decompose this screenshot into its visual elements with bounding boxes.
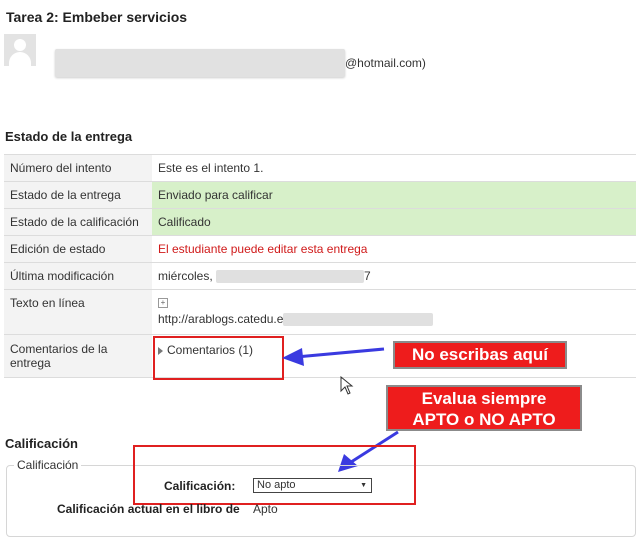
last-modified-cell: miércoles, 7 xyxy=(152,262,636,290)
evaluate-annotation: Evalua siempre APTO o NO APTO xyxy=(386,385,582,431)
last-modified-label: Última modificación xyxy=(4,262,152,290)
grade-highlight-box xyxy=(133,445,416,505)
expand-icon[interactable]: + xyxy=(158,294,630,308)
dropdown-arrow-icon: ▼ xyxy=(360,482,367,489)
edit-status-label: Edición de estado xyxy=(4,235,152,263)
no-write-here-annotation: No escribas aquí xyxy=(393,341,567,369)
table-row: Texto en línea + http://arablogs.catedu.… xyxy=(4,289,636,335)
user-email-suffix: @hotmail.com) xyxy=(345,56,426,70)
online-text-url[interactable]: http://arablogs.catedu.e xyxy=(158,312,283,326)
table-row: Edición de estado El estudiante puede ed… xyxy=(4,235,636,263)
online-text-url-redacted xyxy=(283,313,434,327)
last-modified-suffix: 7 xyxy=(364,268,371,283)
gradebook-grade-value: Apto xyxy=(253,502,278,516)
avatar[interactable] xyxy=(4,34,36,66)
last-modified-value: miércoles, xyxy=(158,268,213,283)
grade-select-value: No apto xyxy=(257,479,296,491)
grading-heading: Calificación xyxy=(5,436,78,451)
page-title: Tarea 2: Embeber servicios xyxy=(6,9,188,25)
table-row: Última modificación miércoles, 7 xyxy=(4,262,636,290)
evaluate-annotation-line2: APTO o NO APTO xyxy=(412,410,556,429)
gradebook-grade-label: Calificación actual en el libro de xyxy=(57,502,240,516)
submission-comments-label: Comentarios de la entrega xyxy=(4,334,152,378)
attempt-number-value: Este es el intento 1. xyxy=(152,154,636,182)
avatar-body-shape xyxy=(9,52,31,66)
user-name-redacted xyxy=(55,49,345,77)
grading-status-label: Estado de la calificación xyxy=(4,208,152,236)
submission-status-label: Estado de la entrega xyxy=(4,181,152,209)
avatar-head-shape xyxy=(14,39,26,51)
table-row: Estado de la calificación Calificado xyxy=(4,208,636,236)
grade-label: Calificación: xyxy=(164,479,236,493)
evaluate-annotation-line1: Evalua siempre xyxy=(421,389,547,408)
table-row: Número del intento Este es el intento 1. xyxy=(4,154,636,182)
comments-highlight-box xyxy=(153,336,284,380)
arrow-to-comments-icon xyxy=(282,347,385,366)
grade-select[interactable]: No apto ▼ xyxy=(253,478,372,493)
edit-status-value: El estudiante puede editar esta entrega xyxy=(152,235,636,263)
grading-fieldset-legend[interactable]: Calificación xyxy=(14,458,82,472)
online-text-cell: + http://arablogs.catedu.e xyxy=(152,289,636,335)
attempt-number-label: Número del intento xyxy=(4,154,152,182)
submission-status-heading: Estado de la entrega xyxy=(5,129,133,144)
table-row: Estado de la entrega Enviado para califi… xyxy=(4,181,636,209)
online-text-label: Texto en línea xyxy=(4,289,152,335)
mouse-cursor-icon xyxy=(340,376,354,395)
submission-status-value: Enviado para calificar xyxy=(152,181,636,209)
grading-status-value: Calificado xyxy=(152,208,636,236)
last-modified-redacted xyxy=(216,270,365,284)
